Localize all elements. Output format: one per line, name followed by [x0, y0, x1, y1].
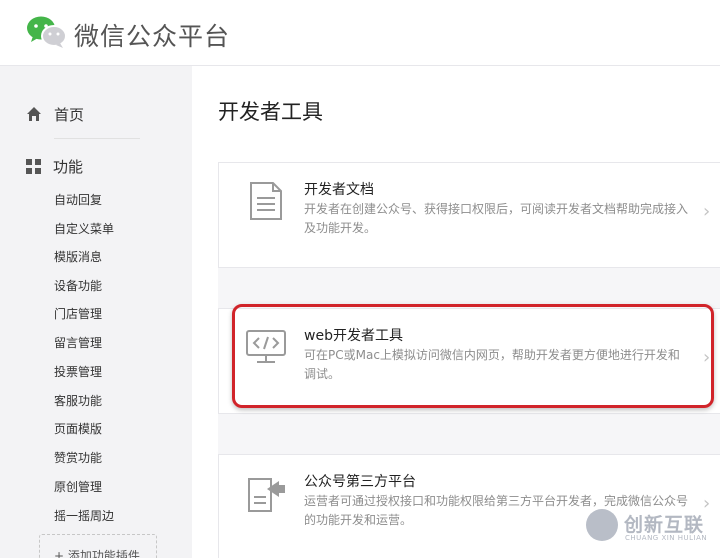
card-description: 开发者在创建公众号、获得接口权限后，可阅读开发者文档帮助完成接入及功能开发。	[304, 202, 689, 235]
third-party-icon	[248, 478, 285, 512]
sidebar-section-label: 功能	[53, 157, 84, 176]
card-description: 可在PC或Mac上模拟访问微信内网页，帮助开发者更方便地进行开发和调试。	[304, 348, 680, 381]
sidebar-item-home[interactable]: 首页	[26, 102, 84, 126]
sidebar-item-device[interactable]: 设备功能	[54, 278, 102, 294]
main-content: 开发者工具 开发者文档 开发者在创建公众号、获得接口权限后，可阅读开发者文档帮助…	[192, 66, 720, 558]
home-icon	[27, 107, 41, 121]
card-developer-docs[interactable]: 开发者文档 开发者在创建公众号、获得接口权限后，可阅读开发者文档帮助完成接入及功…	[218, 162, 720, 268]
sidebar-item-auto-reply[interactable]: 自动回复	[54, 192, 102, 208]
sidebar-section-features[interactable]: 功能	[26, 154, 83, 178]
sidebar-divider	[54, 138, 140, 139]
card-separator	[218, 268, 720, 308]
sidebar-item-shake[interactable]: 摇一摇周边	[54, 508, 114, 524]
sidebar: 首页 功能 自动回复 自定义菜单 模版消息 设备功能 门店管理 留言管理 投票管…	[0, 66, 192, 558]
card-title: web开发者工具	[304, 328, 403, 344]
watermark-subtext: CHUANG XIN HULIAN	[625, 534, 708, 542]
sidebar-item-original[interactable]: 原创管理	[54, 479, 102, 495]
card-separator	[218, 414, 720, 454]
sidebar-item-store[interactable]: 门店管理	[54, 306, 102, 322]
card-title: 公众号第三方平台	[304, 474, 416, 490]
sidebar-item-label: 首页	[54, 105, 85, 124]
sidebar-item-comments[interactable]: 留言管理	[54, 335, 102, 351]
watermark: 创新互联 CHUANG XIN HULIAN	[578, 496, 720, 558]
watermark-text: 创新互联	[624, 514, 705, 536]
card-title: 开发者文档	[304, 182, 374, 198]
sidebar-item-template-message[interactable]: 模版消息	[54, 249, 102, 265]
grid-icon	[26, 158, 41, 174]
document-icon	[250, 182, 282, 220]
card-web-devtools[interactable]: web开发者工具 可在PC或Mac上模拟访问微信内网页，帮助开发者更方便地进行开…	[218, 308, 720, 414]
chevron-right-icon: ›	[703, 347, 711, 368]
sidebar-item-page-template[interactable]: 页面模版	[54, 421, 102, 437]
sidebar-item-reward[interactable]: 赞赏功能	[54, 450, 102, 466]
sidebar-item-custom-menu[interactable]: 自定义菜单	[54, 221, 114, 237]
top-bar: 微信公众平台	[0, 0, 720, 66]
code-monitor-icon	[246, 330, 286, 363]
chevron-right-icon: ›	[703, 201, 711, 222]
watermark-logo-icon	[586, 509, 618, 541]
add-plugin-button[interactable]: + 添加功能插件	[39, 534, 157, 558]
sidebar-item-customer-service[interactable]: 客服功能	[54, 393, 102, 409]
wechat-logo-icon[interactable]	[26, 15, 68, 49]
brand-title[interactable]: 微信公众平台	[74, 17, 230, 53]
page-title: 开发者工具	[218, 100, 323, 124]
sidebar-item-voting[interactable]: 投票管理	[54, 364, 102, 380]
